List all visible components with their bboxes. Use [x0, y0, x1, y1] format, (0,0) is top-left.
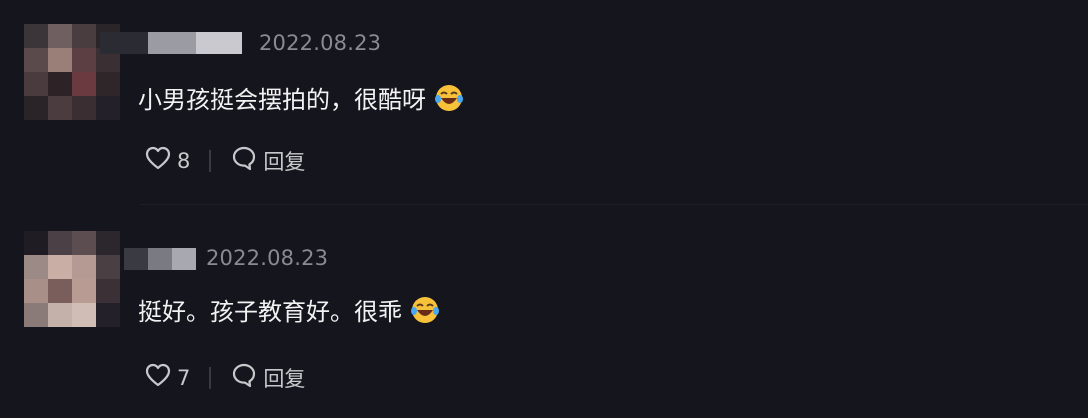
- reply-label: 回复: [263, 366, 306, 391]
- username-blurred[interactable]: [100, 32, 242, 54]
- comment-item: 2022.08.23 小男孩挺会摆拍的，很酷呀 8 回复: [0, 0, 1088, 204]
- like-button[interactable]: 7: [145, 363, 190, 392]
- comment-actions: 8 回复: [145, 145, 305, 176]
- comment-date: 2022.08.23: [206, 246, 329, 270]
- like-count: 8: [177, 148, 191, 173]
- action-divider: [209, 149, 212, 172]
- comment-text: 小男孩挺会摆拍的，很酷呀: [138, 80, 464, 115]
- like-count: 7: [177, 365, 191, 390]
- comment-date: 2022.08.23: [259, 31, 382, 55]
- action-divider: [209, 366, 212, 389]
- comment-item: 2022.08.23 挺好。孩子教育好。很乖 7 回复: [0, 205, 1088, 418]
- comment-text-content: 小男孩挺会摆拍的，很酷呀: [138, 86, 426, 114]
- comment-text-content: 挺好。孩子教育好。很乖: [138, 298, 402, 326]
- heart-icon: [145, 363, 171, 392]
- username-blurred[interactable]: [124, 248, 196, 270]
- reply-label: 回复: [263, 149, 306, 174]
- avatar[interactable]: [24, 231, 120, 327]
- like-button[interactable]: 8: [145, 146, 190, 175]
- reply-button[interactable]: 回复: [231, 362, 305, 393]
- comment-actions: 7 回复: [145, 362, 305, 393]
- heart-icon: [145, 146, 171, 175]
- comment-bubble-icon: [231, 145, 257, 176]
- comment-bubble-icon: [231, 362, 257, 393]
- reply-button[interactable]: 回复: [231, 145, 305, 176]
- laughing-crying-emoji-icon: [410, 295, 440, 325]
- laughing-crying-emoji-icon: [434, 83, 464, 113]
- comment-text: 挺好。孩子教育好。很乖: [138, 292, 440, 327]
